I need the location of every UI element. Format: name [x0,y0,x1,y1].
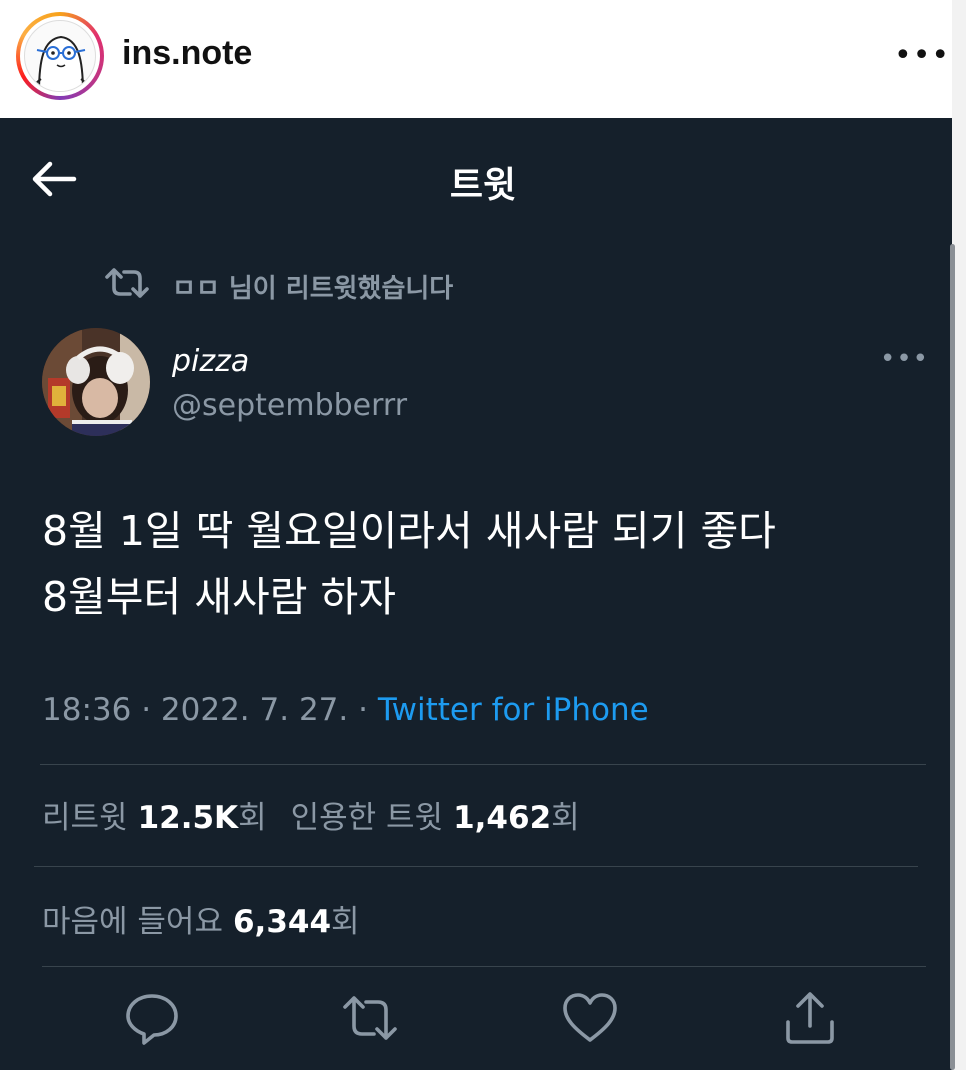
like-icon[interactable] [560,988,620,1048]
meta-separator: · [131,692,161,728]
instagram-username[interactable]: ins.note [122,34,252,73]
author-display-name[interactable]: pizza [172,344,249,379]
divider [42,966,926,967]
divider [34,866,918,867]
more-options-icon[interactable]: ••• [894,26,949,86]
meta-separator: · [348,692,378,728]
divider [40,764,926,765]
tweet-line: 8월부터 새사람 하자 [42,573,396,621]
instagram-post-header: ins.note ••• [0,0,966,118]
scrollbar-thumb[interactable] [950,244,955,1070]
cartoon-avatar-icon [24,20,96,92]
author-handle[interactable]: @septembberrr [172,388,407,423]
retweets-unit: 회 [238,800,267,836]
retweets-label[interactable]: 리트윗 [42,792,128,837]
retweet-notice: ㅁㅁ 님이 리트윗했습니다 [104,264,453,308]
tweet-time: 18:36 [42,692,132,728]
quotes-label[interactable]: 인용한 트윗 [291,792,443,837]
tweet-source-link[interactable]: Twitter for iPhone [378,692,649,728]
tweet-text: 8월 1일 딱 월요일이라서 새사람 되기 좋다 8월부터 새사람 하자 [42,498,922,630]
likes-label[interactable]: 마음에 들어요 [42,896,223,941]
tweet-date: 2022. 7. 27. [160,692,349,728]
likes-count[interactable]: 6,344 [233,904,331,940]
likes-unit: 회 [331,904,360,940]
tweet-more-icon[interactable]: ••• [880,344,928,380]
retweet-small-icon [104,266,150,307]
retweet-icon[interactable] [340,988,400,1048]
reply-icon[interactable] [122,988,182,1048]
quotes-count[interactable]: 1,462 [453,800,551,836]
tweet-screenshot: 트윗 ㅁㅁ 님이 리트윗했습니다 pizza @septembberrr ••• [0,118,952,1070]
tweet-line: 8월 1일 딱 월요일이라서 새사람 되기 좋다 [42,507,776,555]
page-title: 트윗 [449,165,517,206]
quotes-unit: 회 [551,800,580,836]
retweets-count[interactable]: 12.5K [138,800,239,836]
share-icon[interactable] [780,988,840,1048]
likes-stats: 마음에 들어요 6,344 회 [42,896,360,941]
profile-avatar[interactable] [16,12,104,100]
tweet-meta: 18:36 · 2022. 7. 27. · Twitter for iPhon… [42,692,649,728]
retweet-notice-text[interactable]: ㅁㅁ 님이 리트윗했습니다 [172,268,453,305]
retweet-quote-stats: 리트윗 12.5K 회 인용한 트윗 1,462 회 [42,792,580,837]
author-avatar[interactable] [42,328,150,436]
